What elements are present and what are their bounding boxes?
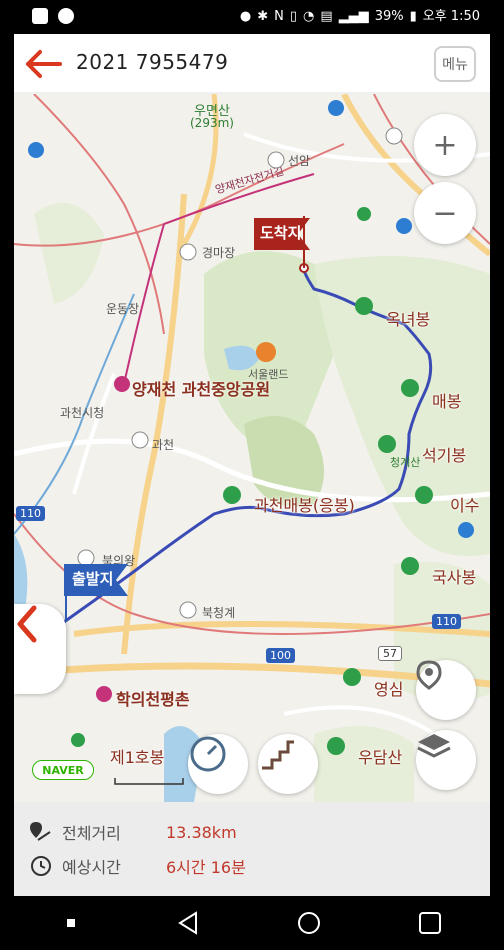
road-shield-100: 100 (266, 648, 295, 663)
status-left-icons (32, 8, 74, 24)
poi-isu[interactable]: 이수 (450, 492, 479, 516)
map-view[interactable]: 우면산 (293m) 선암 양재천자전거길 경마장 운동장 서울랜드 과천시청 … (14, 94, 490, 802)
poi-yeongsim[interactable]: 영심 (374, 676, 403, 700)
distance-value: 13.38km (166, 822, 237, 842)
map-label-gwacheon-hall: 과천시청 (60, 406, 105, 420)
map-label-undongjang: 운동장 (106, 302, 140, 316)
battery-percent: 39% (374, 9, 404, 24)
map-label-gyeongmajang: 경마장 (202, 246, 236, 260)
lte-icon: ▤ (320, 9, 333, 24)
zoom-out-button[interactable]: − (414, 182, 476, 244)
location-pin-icon (416, 660, 442, 690)
time-value: 6시간 16분 (166, 858, 246, 877)
map-label-seonam: 선암 (288, 154, 311, 168)
time-label: 예상시간 (62, 858, 121, 877)
time-row: 예상시간 6시간 16분 (30, 854, 246, 878)
page-title: 2021 7955479 (76, 50, 229, 74)
elevation-button[interactable] (258, 734, 318, 794)
nfc-icon: N (274, 9, 284, 24)
back-arrow-icon (26, 50, 62, 78)
map-label-bukcheonggye: 북청계 (202, 606, 236, 620)
naver-logo: NAVER (32, 760, 94, 780)
speed-button[interactable] (188, 734, 248, 794)
distance-label: 전체거리 (62, 824, 121, 843)
back-button[interactable] (24, 48, 64, 80)
map-label-umyeonsan-height: (293m) (190, 116, 234, 130)
home-nav-icon[interactable] (296, 910, 322, 936)
road-shield-110-right: 110 (432, 614, 461, 629)
distance-icon (30, 822, 51, 841)
start-flag[interactable]: 출발지 (72, 568, 113, 589)
vibrate-icon: ▯ (289, 9, 298, 24)
poi-maebong[interactable]: 매봉 (432, 388, 461, 412)
pill-notification-icon (58, 8, 74, 24)
menu-button[interactable]: 메뉴 (434, 46, 476, 82)
poi-cheonggyesan[interactable]: 청계산 (390, 454, 420, 470)
location-icon: ● (239, 9, 252, 24)
road-shield-57: 57 (378, 646, 402, 661)
map-label-gwacheon: 과천 (152, 438, 175, 452)
destination-flag[interactable]: 도착지 (260, 222, 301, 243)
back-nav-icon[interactable] (176, 910, 202, 936)
signal-icon: ▂▄▆ (338, 9, 369, 24)
android-nav-bar (14, 896, 490, 950)
poi-guksabong[interactable]: 국사봉 (432, 564, 476, 588)
clock: 오후 1:50 (422, 9, 480, 24)
clock-icon (31, 856, 51, 876)
bluetooth-icon: ✱ (257, 9, 269, 24)
poi-hakuicheon[interactable]: 학의천평촌 (116, 686, 190, 710)
distance-row: 전체거리 13.38km (30, 820, 237, 844)
panel-toggle-button[interactable] (14, 604, 66, 694)
status-bar: ● ✱ N ▯ ◔ ▤ ▂▄▆ 39% ▮ 오후 1:50 (14, 0, 490, 34)
poi-seokgibong[interactable]: 석기봉 (422, 442, 466, 466)
app-notification-icon (32, 8, 48, 24)
poi-gwacheon-maebong[interactable]: 과천매봉(응봉) (254, 492, 355, 516)
map-label-bukuiwang: 북의왕 (102, 554, 136, 568)
my-location-button[interactable] (416, 660, 476, 720)
app-header: 2021 7955479 메뉴 (14, 34, 490, 94)
device-frame: ● ✱ N ▯ ◔ ▤ ▂▄▆ 39% ▮ 오후 1:50 2021 79554… (0, 0, 504, 950)
stairs-icon (262, 740, 294, 770)
recent-apps-dot-icon[interactable] (61, 913, 81, 933)
battery-icon: ▮ (409, 9, 417, 24)
poi-oknyeobong[interactable]: 옥녀봉 (386, 306, 430, 330)
status-right: ● ✱ N ▯ ◔ ▤ ▂▄▆ 39% ▮ 오후 1:50 (240, 8, 480, 25)
overview-nav-icon[interactable] (417, 910, 443, 936)
alarm-icon: ◔ (303, 9, 315, 24)
map-layers-button[interactable] (416, 730, 476, 790)
poi-je1hobong[interactable]: 제1호봉 (110, 744, 164, 768)
chevron-left-icon (17, 605, 37, 643)
route-info-panel: 전체거리 13.38km 예상시간 6시간 16분 (14, 802, 490, 896)
road-shield-110-left: 110 (16, 506, 45, 521)
zoom-in-button[interactable]: + (414, 114, 476, 176)
poi-udamsan[interactable]: 우담산 (358, 744, 402, 768)
speedometer-icon (190, 736, 226, 772)
poi-yangjaecheon-park[interactable]: 양재천 과천중앙공원 (132, 376, 270, 400)
phone-screen: ● ✱ N ▯ ◔ ▤ ▂▄▆ 39% ▮ 오후 1:50 2021 79554… (14, 0, 490, 950)
layers-icon (417, 734, 451, 758)
